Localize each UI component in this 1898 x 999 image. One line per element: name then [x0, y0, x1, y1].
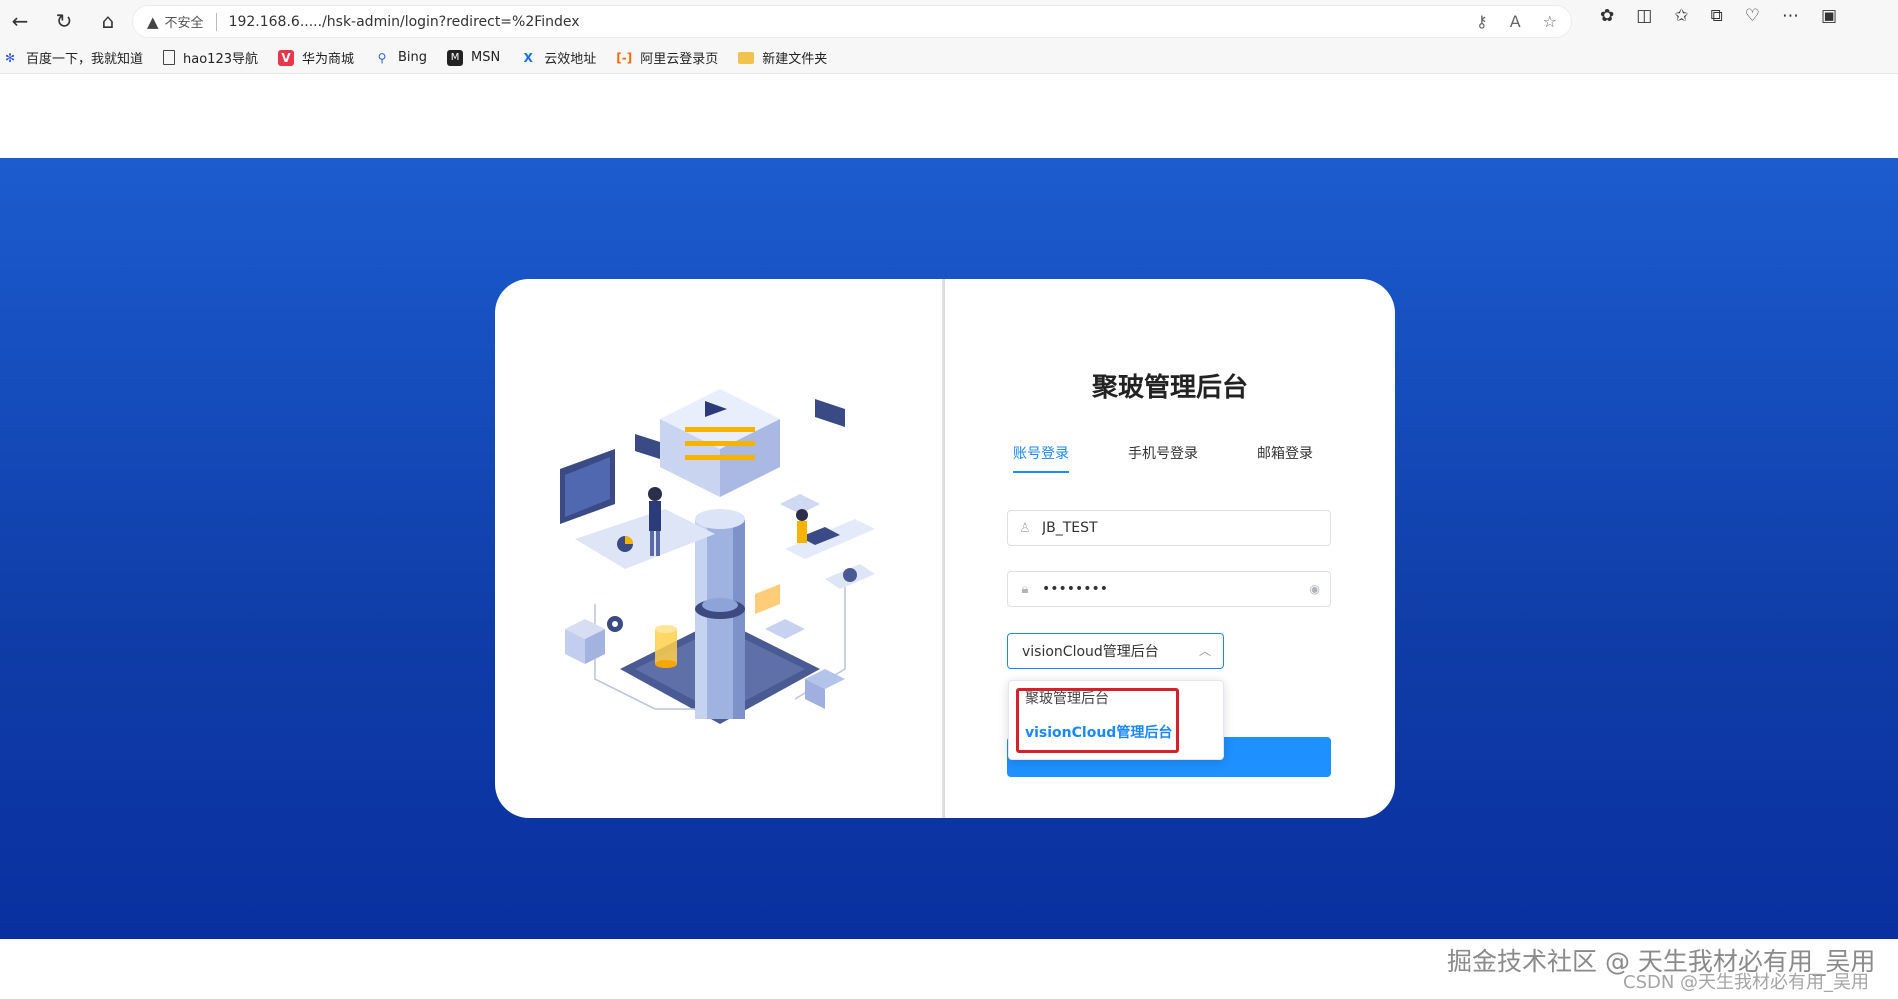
favorites-icon[interactable]: ✩ — [1674, 6, 1688, 26]
login-tabs: 账号登录 手机号登录 邮箱登录 — [1013, 443, 1313, 473]
address-bar[interactable]: ▲ 不安全 192.168.6...../hsk-admin/login?red… — [132, 5, 1572, 38]
reload-icon[interactable]: ↻ — [44, 3, 84, 39]
more-options-icon[interactable]: ⋯ — [1782, 6, 1799, 26]
system-dropdown: 聚玻管理后台 visionCloud管理后台 — [1008, 680, 1224, 760]
page-icon — [163, 50, 176, 65]
password-field[interactable]: 🔒︎ ◉ — [1007, 571, 1331, 607]
bookmark-yunxiao[interactable]: X 云效地址 — [520, 48, 597, 68]
dropdown-option-visioncloud[interactable]: visionCloud管理后台 — [1009, 715, 1223, 749]
home-icon[interactable]: ⌂ — [88, 3, 128, 39]
bookmark-baidu[interactable]: ✻ 百度一下，我就知道 — [2, 48, 144, 68]
username-input[interactable] — [1042, 520, 1292, 536]
bookmark-folder[interactable]: 新建文件夹 — [738, 48, 827, 67]
aliyun-icon: [-] — [616, 50, 633, 65]
bookmark-hao123[interactable]: hao123导航 — [163, 48, 258, 67]
split-screen-icon[interactable]: ◫ — [1636, 6, 1652, 26]
login-card: 聚玻管理后台 账号登录 手机号登录 邮箱登录 ♙ 🔒︎ ◉ visionClou… — [495, 279, 1395, 818]
system-select-value: visionCloud管理后台 — [1022, 644, 1159, 660]
bookmark-label: 百度一下，我就知道 — [26, 52, 144, 67]
yunxiao-icon: X — [523, 50, 533, 65]
bookmark-msn[interactable]: M MSN — [447, 49, 501, 66]
key-icon[interactable]: ⚷ — [1476, 12, 1488, 31]
extensions-icon[interactable]: ✿ — [1600, 6, 1614, 26]
back-arrow-icon[interactable]: ← — [0, 3, 40, 39]
tab-account-login[interactable]: 账号登录 — [1013, 443, 1069, 473]
password-input[interactable] — [1042, 581, 1292, 597]
eye-icon[interactable]: ◉ — [1310, 582, 1320, 596]
bookmark-label: 阿里云登录页 — [640, 52, 719, 67]
tab-phone-login[interactable]: 手机号登录 — [1128, 443, 1198, 473]
browser-toolbar: ← ↻ ⌂ ▲ 不安全 192.168.6...../hsk-admin/log… — [0, 0, 1898, 42]
dropdown-option-jubo[interactable]: 聚玻管理后台 — [1009, 681, 1223, 715]
address-divider — [215, 12, 217, 31]
sidebar-toggle-icon[interactable]: ▣ — [1821, 6, 1837, 26]
system-select[interactable]: visionCloud管理后台 ︿ — [1007, 633, 1224, 669]
user-icon: ♙ — [1019, 520, 1031, 536]
watermark-csdn: CSDN @天生我材必有用_吴用 — [1623, 972, 1870, 993]
vmall-icon: V — [278, 49, 294, 66]
bookmark-label: 新建文件夹 — [762, 52, 828, 67]
bookmark-label: Bing — [398, 50, 428, 65]
bookmark-label: 华为商城 — [302, 52, 355, 67]
folder-icon — [738, 51, 755, 64]
bookmark-bing[interactable]: ⚲ Bing — [374, 50, 427, 66]
page-title: 聚玻管理后台 — [1091, 373, 1248, 403]
bookmarks-bar: ✻ 百度一下，我就知道 hao123导航 V 华为商城 ⚲ Bing M MSN… — [0, 42, 1898, 74]
warning-triangle-icon: ▲ — [147, 12, 159, 31]
card-divider — [942, 279, 945, 818]
lock-icon: 🔒︎ — [1021, 581, 1029, 597]
username-field[interactable]: ♙ — [1007, 510, 1331, 546]
bookmark-label: 云效地址 — [544, 52, 597, 67]
baidu-paw-icon: ✻ — [4, 50, 16, 65]
search-icon: ⚲ — [377, 50, 387, 65]
msn-icon: M — [447, 49, 464, 66]
tab-email-login[interactable]: 邮箱登录 — [1257, 443, 1313, 473]
bookmark-label: hao123导航 — [183, 52, 258, 67]
bookmark-aliyun[interactable]: [-] 阿里云登录页 — [616, 48, 719, 68]
collections-icon[interactable]: ⧉ — [1711, 6, 1723, 26]
favorite-star-icon[interactable]: ☆ — [1543, 12, 1557, 31]
performance-icon[interactable]: ♡ — [1745, 6, 1760, 26]
insecure-label: 不安全 — [164, 16, 204, 31]
data-center-illustration — [560, 389, 875, 724]
bookmark-label: MSN — [471, 50, 501, 65]
bookmark-vmall[interactable]: V 华为商城 — [278, 48, 354, 67]
url-text[interactable]: 192.168.6...../hsk-admin/login?redirect=… — [229, 14, 580, 30]
chevron-up-icon: ︿ — [1198, 644, 1211, 658]
read-aloud-icon[interactable]: A — [1510, 12, 1521, 31]
